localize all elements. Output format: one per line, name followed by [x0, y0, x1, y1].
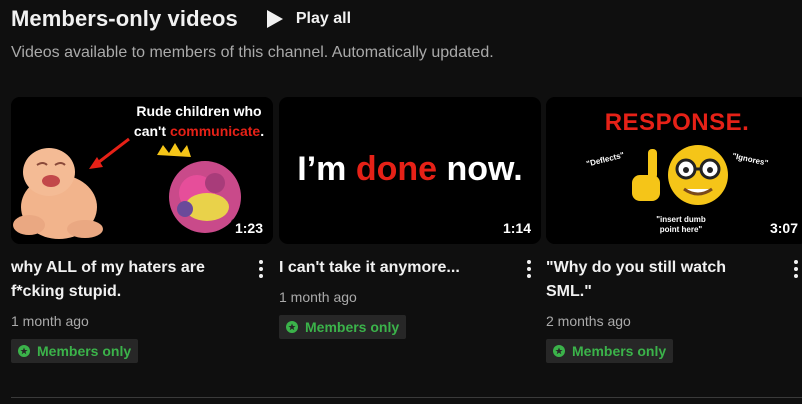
caption-highlight: done — [355, 150, 438, 188]
caption-part: can't — [133, 123, 170, 139]
video-title[interactable]: why ALL of my haters are f*cking stupid. — [11, 256, 273, 304]
more-options-icon[interactable] — [786, 258, 802, 282]
thumbnail-caption: I’m done now. — [279, 149, 541, 189]
shelf-divider — [11, 397, 802, 398]
duration-badge: 1:23 — [230, 219, 267, 237]
play-all-label: Play all — [295, 10, 352, 27]
video-thumbnail[interactable]: Rude children who can't communicate. 1:2… — [11, 97, 273, 244]
video-title[interactable]: "Why do you still watch SML." — [546, 256, 802, 304]
video-card: RESPONSE. "Deflects" "Ignores" "insert d… — [546, 97, 802, 363]
members-star-icon — [553, 345, 565, 357]
caption-highlight: communicate — [169, 123, 261, 139]
members-only-label: Members only — [37, 343, 132, 359]
thumbnail-heading: RESPONSE. — [604, 109, 750, 136]
thumbnail-caption-line1: Rude children who — [136, 103, 262, 119]
video-thumbnail[interactable]: I’m done now. 1:14 — [279, 97, 541, 244]
video-meta: I can't take it anymore... 1 month ago M… — [279, 256, 541, 339]
play-icon — [266, 9, 284, 29]
shelf-subtitle: Videos available to members of this chan… — [11, 44, 494, 61]
video-title[interactable]: I can't take it anymore... — [279, 256, 541, 280]
duration-badge: 3:07 — [765, 219, 802, 237]
bottom-label-line2: point here" — [659, 225, 703, 234]
more-options-icon[interactable] — [519, 258, 539, 282]
video-card: Rude children who can't communicate. 1:2… — [11, 97, 273, 363]
members-only-badge: Members only — [279, 315, 407, 339]
shelf-header: Members-only videos Play all — [11, 6, 351, 32]
upload-age: 1 month ago — [11, 313, 89, 329]
upload-age: 1 month ago — [279, 289, 357, 305]
members-star-icon — [286, 321, 298, 333]
duration-badge: 1:14 — [498, 219, 535, 237]
bottom-label-line1: "insert dumb — [656, 215, 706, 224]
thumbnail-label-bottom: "insert dumb point here" — [636, 215, 726, 235]
members-only-label: Members only — [572, 343, 667, 359]
video-card: I’m done now. 1:14 I can't take it anymo… — [279, 97, 541, 339]
members-only-badge: Members only — [11, 339, 139, 363]
thumbnail-caption-line2: can't communicate. — [129, 121, 269, 141]
caption-part: now. — [437, 150, 523, 188]
play-all-button[interactable]: Play all — [266, 9, 351, 29]
caption-part: I’m — [297, 150, 356, 188]
video-thumbnail[interactable]: RESPONSE. "Deflects" "Ignores" "insert d… — [546, 97, 802, 244]
members-star-icon — [18, 345, 30, 357]
members-only-badge: Members only — [546, 339, 674, 363]
video-meta: why ALL of my haters are f*cking stupid.… — [11, 256, 273, 363]
upload-age: 2 months ago — [546, 313, 631, 329]
thumbnail-caption: Rude children who can't communicate. — [129, 101, 269, 141]
video-meta: "Why do you still watch SML." 2 months a… — [546, 256, 802, 363]
caption-part: . — [260, 123, 265, 139]
more-options-icon[interactable] — [251, 258, 271, 282]
shelf-title: Members-only videos — [11, 6, 238, 31]
members-only-label: Members only — [305, 319, 400, 335]
